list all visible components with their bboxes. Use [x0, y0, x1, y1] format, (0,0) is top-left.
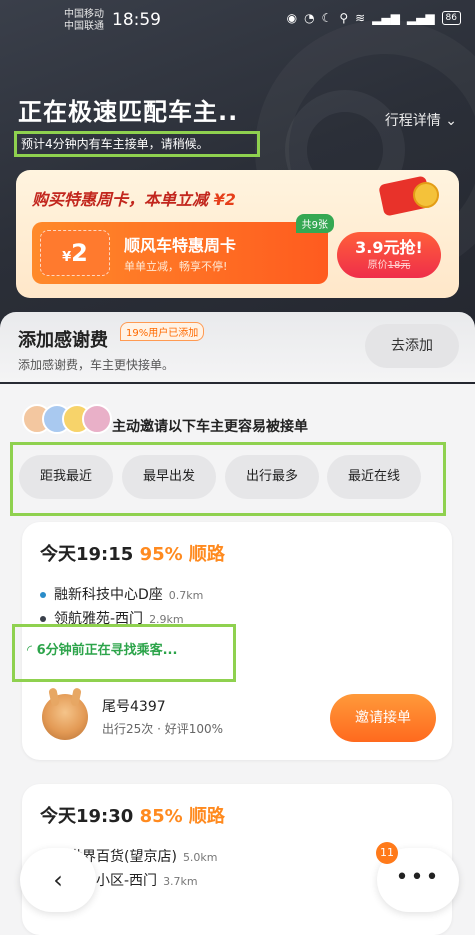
coupon-currency: ¥ [62, 250, 72, 265]
coupon-value: ¥2 [40, 230, 110, 276]
searching-status-text: 6分钟前正在寻找乘客... [36, 643, 178, 658]
buy-price: 3.9元抢! [355, 238, 423, 257]
coupon-desc: 单单立减，畅享不停! [124, 260, 228, 273]
signal-icon: ▂▄▆ [372, 11, 400, 25]
promo-headline-text: 购买特惠周卡，本单立减 [32, 190, 209, 209]
original-price-value: 18元 [387, 260, 411, 271]
chevron-down-icon: ⌄ [445, 113, 457, 129]
weekly-card-promo[interactable]: 购买特惠周卡，本单立减 ¥2 ¥2 顺风车特惠周卡 单单立减，畅享不停! 共9张… [16, 170, 459, 298]
count-badge: 共9张 [295, 214, 334, 233]
coin-shape [413, 182, 439, 208]
coupon-ticket: ¥2 顺风车特惠周卡 单单立减，畅享不停! 共9张 [32, 214, 334, 284]
wifi-icon: ≋ [355, 11, 366, 25]
page-title: 正在极速匹配车主.. [18, 98, 239, 126]
status-icons: ◉ ◔ ☾ ⚲ ≋ ▂▄▆ ▂▄▆ 86 [287, 11, 461, 25]
original-price: 原价18元 [337, 260, 441, 272]
thanks-fee-section: 添加感谢费 19%用户已添加 添加感谢费，车主更快接单。 去添加 [0, 312, 475, 382]
driver-avatar [42, 694, 88, 740]
coupon-name: 顺风车特惠周卡 [124, 236, 237, 255]
location-icon: ⚲ [339, 11, 349, 25]
alarm-icon: ◔ [304, 11, 315, 25]
trip-detail-link[interactable]: 行程详情 ⌄ [385, 110, 457, 130]
notification-badge: 11 [376, 842, 398, 864]
battery-icon: 86 [441, 11, 461, 25]
pickup-distance: 0.7km [168, 589, 204, 602]
loading-arc-icon: ◜ [27, 643, 33, 658]
dropoff-dot-icon [40, 616, 46, 622]
carrier-labels: 中国移动 中国联通 [64, 9, 104, 33]
promo-headline-amount: ¥2 [213, 190, 236, 209]
filter-nearest[interactable]: 距我最近 [19, 455, 113, 499]
add-thanks-fee-button[interactable]: 去添加 [365, 324, 459, 368]
filter-chips: 距我最近 最早出发 出行最多 最近在线 [10, 442, 446, 516]
pickup-name: 融新科技中心D座 [54, 587, 163, 603]
searching-status: ◜ 6分钟前正在寻找乘客... [27, 639, 177, 658]
eye-icon: ◉ [286, 11, 298, 25]
trip-time-value: 今天19:30 [40, 806, 134, 827]
avatar-group [22, 404, 112, 436]
thanks-fee-subtitle: 添加感谢费，车主更快接单。 [18, 358, 175, 372]
gift-icon [373, 170, 445, 218]
invite-title: 主动邀请以下车主更容易被接单 [112, 419, 308, 435]
thanks-fee-badge: 19%用户已添加 [120, 322, 205, 341]
carrier-2: 中国联通 [64, 21, 104, 32]
thanks-fee-title: 添加感谢费 [18, 330, 108, 351]
dropoff-distance: 3.7km [163, 875, 198, 888]
back-button[interactable]: ‹ [20, 848, 96, 912]
coupon-amount: 2 [71, 239, 88, 267]
status-bar: 中国移动 中国联通 18:59 ◉ ◔ ☾ ⚲ ≋ ▂▄▆ ▂▄▆ 86 [0, 0, 475, 42]
moon-icon: ☾ [321, 11, 333, 25]
carrier-1: 中国移动 [64, 9, 104, 20]
chevron-left-icon: ‹ [53, 866, 63, 894]
route-match: 85% 顺路 [139, 806, 225, 827]
driver-name: 尾号4397 [102, 699, 166, 715]
pickup-stop: 融新科技中心D座 0.7km [40, 584, 203, 604]
promo-headline: 购买特惠周卡，本单立减 ¥2 [32, 186, 236, 210]
pickup-distance: 5.0km [182, 851, 218, 864]
status-time: 18:59 [112, 10, 161, 30]
invite-button[interactable]: 邀请接单 [330, 694, 436, 742]
filter-recently-online[interactable]: 最近在线 [327, 455, 421, 499]
driver-stats: 出行25次 · 好评100% [102, 722, 224, 736]
trip-detail-label: 行程详情 [384, 113, 441, 129]
trip-time: 今天19:30 85% 顺路 [40, 802, 225, 828]
buy-card-button[interactable]: 3.9元抢! 原价18元 [337, 232, 441, 278]
filter-earliest[interactable]: 最早出发 [122, 455, 216, 499]
trip-time: 今天19:15 95% 顺路 [40, 540, 225, 566]
original-price-prefix: 原价 [367, 260, 388, 271]
signal-icon-2: ▂▄▆ [406, 11, 435, 25]
route-match: 95% 顺路 [139, 544, 225, 565]
more-dots-icon: ••• [395, 865, 441, 890]
searching-status-highlight: ◜ 6分钟前正在寻找乘客... [12, 624, 236, 682]
pickup-dot-icon [40, 592, 46, 598]
avatar [82, 404, 112, 434]
eta-subtitle: 预计4分钟内有车主接单，请稍候。 [14, 131, 260, 157]
trip-time-value: 今天19:15 [40, 544, 134, 565]
filter-most-trips[interactable]: 出行最多 [225, 455, 319, 499]
